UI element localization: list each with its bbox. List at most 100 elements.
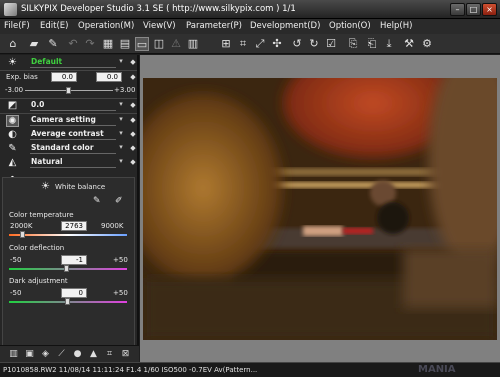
diamond-icon[interactable]: ◆ bbox=[129, 58, 137, 66]
straighten-icon[interactable]: ⤢ bbox=[253, 37, 267, 51]
preset-dropdown[interactable]: Default bbox=[30, 57, 116, 68]
diamond-icon[interactable]: ◆ bbox=[129, 144, 137, 152]
grid-view-icon[interactable]: ▦ bbox=[101, 37, 115, 51]
crop-icon[interactable]: ⌗ bbox=[236, 37, 250, 51]
menu-development[interactable]: Development(D) bbox=[250, 21, 320, 31]
chevron-down-icon[interactable]: ▾ bbox=[116, 100, 126, 110]
diamond-icon[interactable]: ◆ bbox=[129, 130, 137, 138]
color-temperature-min: 2000K bbox=[10, 222, 33, 230]
dark-adjustment-label: Dark adjustment bbox=[9, 277, 68, 285]
exif-icon[interactable]: ▣ bbox=[24, 348, 35, 360]
diamond-icon[interactable]: ◆ bbox=[129, 158, 137, 166]
grid-overlay-icon[interactable]: ⊞ bbox=[219, 37, 233, 51]
tool-icon-strip: ▥ ▣ ◈ ⟋ ● ▲ ⌗ ⊠ bbox=[0, 345, 139, 362]
menu-edit[interactable]: Edit(E) bbox=[40, 21, 68, 31]
color-temperature-field[interactable]: 2763 bbox=[61, 221, 87, 231]
check-icon[interactable]: ☑ bbox=[324, 37, 338, 51]
maximize-button[interactable]: □ bbox=[466, 3, 481, 16]
compare-icon[interactable]: ▥ bbox=[186, 37, 200, 51]
chevron-down-icon[interactable]: ▾ bbox=[116, 157, 126, 167]
lens-correction-icon[interactable]: ◈ bbox=[40, 348, 51, 360]
color-deflection-slider-knob[interactable] bbox=[63, 265, 69, 272]
spot-icon[interactable]: ✣ bbox=[270, 37, 284, 51]
develop-icon[interactable]: ⤓ bbox=[382, 37, 396, 51]
wb-dropper-icon[interactable]: ✎ bbox=[93, 196, 101, 206]
dark-adjustment-max: +50 bbox=[113, 289, 128, 297]
minimize-button[interactable]: – bbox=[450, 3, 465, 16]
parameter-panel: ☀ Default ▾ ◆ Exp. bias 0.0 0.0 ◆ -3.00 … bbox=[0, 55, 139, 349]
wb-picker-icon[interactable]: ✐ bbox=[115, 196, 123, 206]
rotate-left-icon[interactable]: ↺ bbox=[290, 37, 304, 51]
exposure-slider-knob[interactable] bbox=[66, 87, 71, 94]
diamond-icon[interactable]: ◆ bbox=[129, 73, 137, 81]
camera-setting-icon[interactable]: ✺ bbox=[6, 115, 19, 127]
chevron-down-icon[interactable]: ▾ bbox=[116, 129, 126, 139]
warning-icon[interactable]: ⚠ bbox=[169, 37, 183, 51]
chevron-down-icon[interactable]: ▾ bbox=[116, 115, 126, 125]
natural-dropdown[interactable]: Natural bbox=[30, 157, 116, 168]
menu-parameter[interactable]: Parameter(P) bbox=[186, 21, 242, 31]
exposure-label: Exp. bias bbox=[6, 73, 38, 81]
wb-sun-icon: ☀ bbox=[41, 181, 50, 192]
contrast-icon: ◐ bbox=[8, 129, 17, 140]
home-icon[interactable]: ⌂ bbox=[6, 37, 20, 51]
histogram-icon[interactable]: ▥ bbox=[8, 348, 19, 360]
color-deflection-max: +50 bbox=[113, 256, 128, 264]
undo-icon[interactable]: ↶ bbox=[66, 37, 80, 51]
white-balance-panel: ☀ White balance ✎ ✐ Color temperature 20… bbox=[2, 177, 135, 349]
diamond-icon[interactable]: ◆ bbox=[129, 116, 137, 124]
menu-help[interactable]: Help(H) bbox=[380, 21, 412, 31]
close-button[interactable]: × bbox=[482, 3, 497, 16]
menu-option[interactable]: Option(O) bbox=[329, 21, 371, 31]
dark-adjustment-min: -50 bbox=[10, 289, 22, 297]
exposure-field-2[interactable]: 0.0 bbox=[96, 72, 122, 82]
chevron-down-icon[interactable]: ▾ bbox=[116, 57, 126, 67]
menu-view[interactable]: View(V) bbox=[143, 21, 176, 31]
color-temperature-slider[interactable] bbox=[9, 234, 127, 236]
filmstrip-view-icon[interactable]: ▤ bbox=[118, 37, 132, 51]
dark-adjustment-slider-knob[interactable] bbox=[65, 298, 70, 305]
color-dropper-icon: ✎ bbox=[8, 143, 17, 154]
exposure-max: +3.00 bbox=[114, 86, 136, 94]
menu-file[interactable]: File(F) bbox=[4, 21, 30, 31]
crop-tool-icon[interactable]: ⌗ bbox=[104, 348, 115, 360]
status-text: P1010858.RW2 11/08/14 11:11:24 F1.4 1/60… bbox=[3, 366, 258, 374]
noise-icon[interactable]: ● bbox=[72, 348, 83, 360]
fullscreen-icon[interactable]: ◫ bbox=[152, 37, 166, 51]
exposure-min: -3.00 bbox=[5, 86, 24, 94]
settings-icon[interactable]: ⚙ bbox=[420, 37, 434, 51]
sharpen-icon[interactable]: ▲ bbox=[88, 348, 99, 360]
contrast-dropdown[interactable]: Average contrast bbox=[30, 129, 116, 140]
paste-params-icon[interactable]: ⎗ bbox=[365, 37, 379, 51]
tone-dropdown[interactable]: 0.0 bbox=[30, 100, 116, 111]
hammer-icon[interactable]: ⚒ bbox=[402, 37, 416, 51]
single-view-icon[interactable]: ▭ bbox=[135, 37, 149, 51]
rotate-right-icon[interactable]: ↻ bbox=[307, 37, 321, 51]
menu-operation[interactable]: Operation(M) bbox=[78, 21, 134, 31]
color-deflection-min: -50 bbox=[10, 256, 22, 264]
title-bar: SILKYPIX Developer Studio 3.1 SE ( http:… bbox=[0, 0, 500, 19]
chevron-down-icon[interactable]: ▾ bbox=[116, 143, 126, 153]
fit-icon[interactable]: ⊠ bbox=[120, 348, 131, 360]
color-dropdown[interactable]: Standard color bbox=[30, 143, 116, 154]
toolbar: ⌂ ▰ ✎ ↶ ↷ ▦ ▤ ▭ ◫ ⚠ ▥ ⊞ ⌗ ⤢ ✣ ↺ ↻ ☑ ⎘ ⎗ … bbox=[0, 34, 500, 54]
eyedropper-icon[interactable]: ✎ bbox=[46, 37, 60, 51]
color-temperature-slider-knob[interactable] bbox=[20, 231, 26, 238]
white-balance-title: White balance bbox=[55, 183, 106, 191]
status-bar: P1010858.RW2 11/08/14 11:11:24 F1.4 1/60… bbox=[0, 362, 500, 377]
photo-preview[interactable] bbox=[143, 78, 497, 340]
window-title: SILKYPIX Developer Studio 3.1 SE ( http:… bbox=[21, 4, 296, 14]
camera-setting-dropdown[interactable]: Camera setting bbox=[30, 115, 116, 126]
diamond-icon[interactable]: ◆ bbox=[129, 101, 137, 109]
open-folder-icon[interactable]: ▰ bbox=[27, 37, 41, 51]
tone-curve-icon: ◩ bbox=[7, 100, 18, 111]
tone-curve-icon[interactable]: ⟋ bbox=[56, 348, 67, 360]
menu-bar: File(F) Edit(E) Operation(M) View(V) Par… bbox=[0, 19, 500, 34]
dark-adjustment-field[interactable]: 0 bbox=[61, 288, 87, 298]
copy-params-icon[interactable]: ⎘ bbox=[346, 37, 360, 51]
exposure-field-1[interactable]: 0.0 bbox=[51, 72, 77, 82]
sun-icon: ☀ bbox=[8, 57, 17, 68]
color-deflection-field[interactable]: -1 bbox=[61, 255, 87, 265]
redo-icon[interactable]: ↷ bbox=[83, 37, 97, 51]
color-deflection-label: Color deflection bbox=[9, 244, 65, 252]
